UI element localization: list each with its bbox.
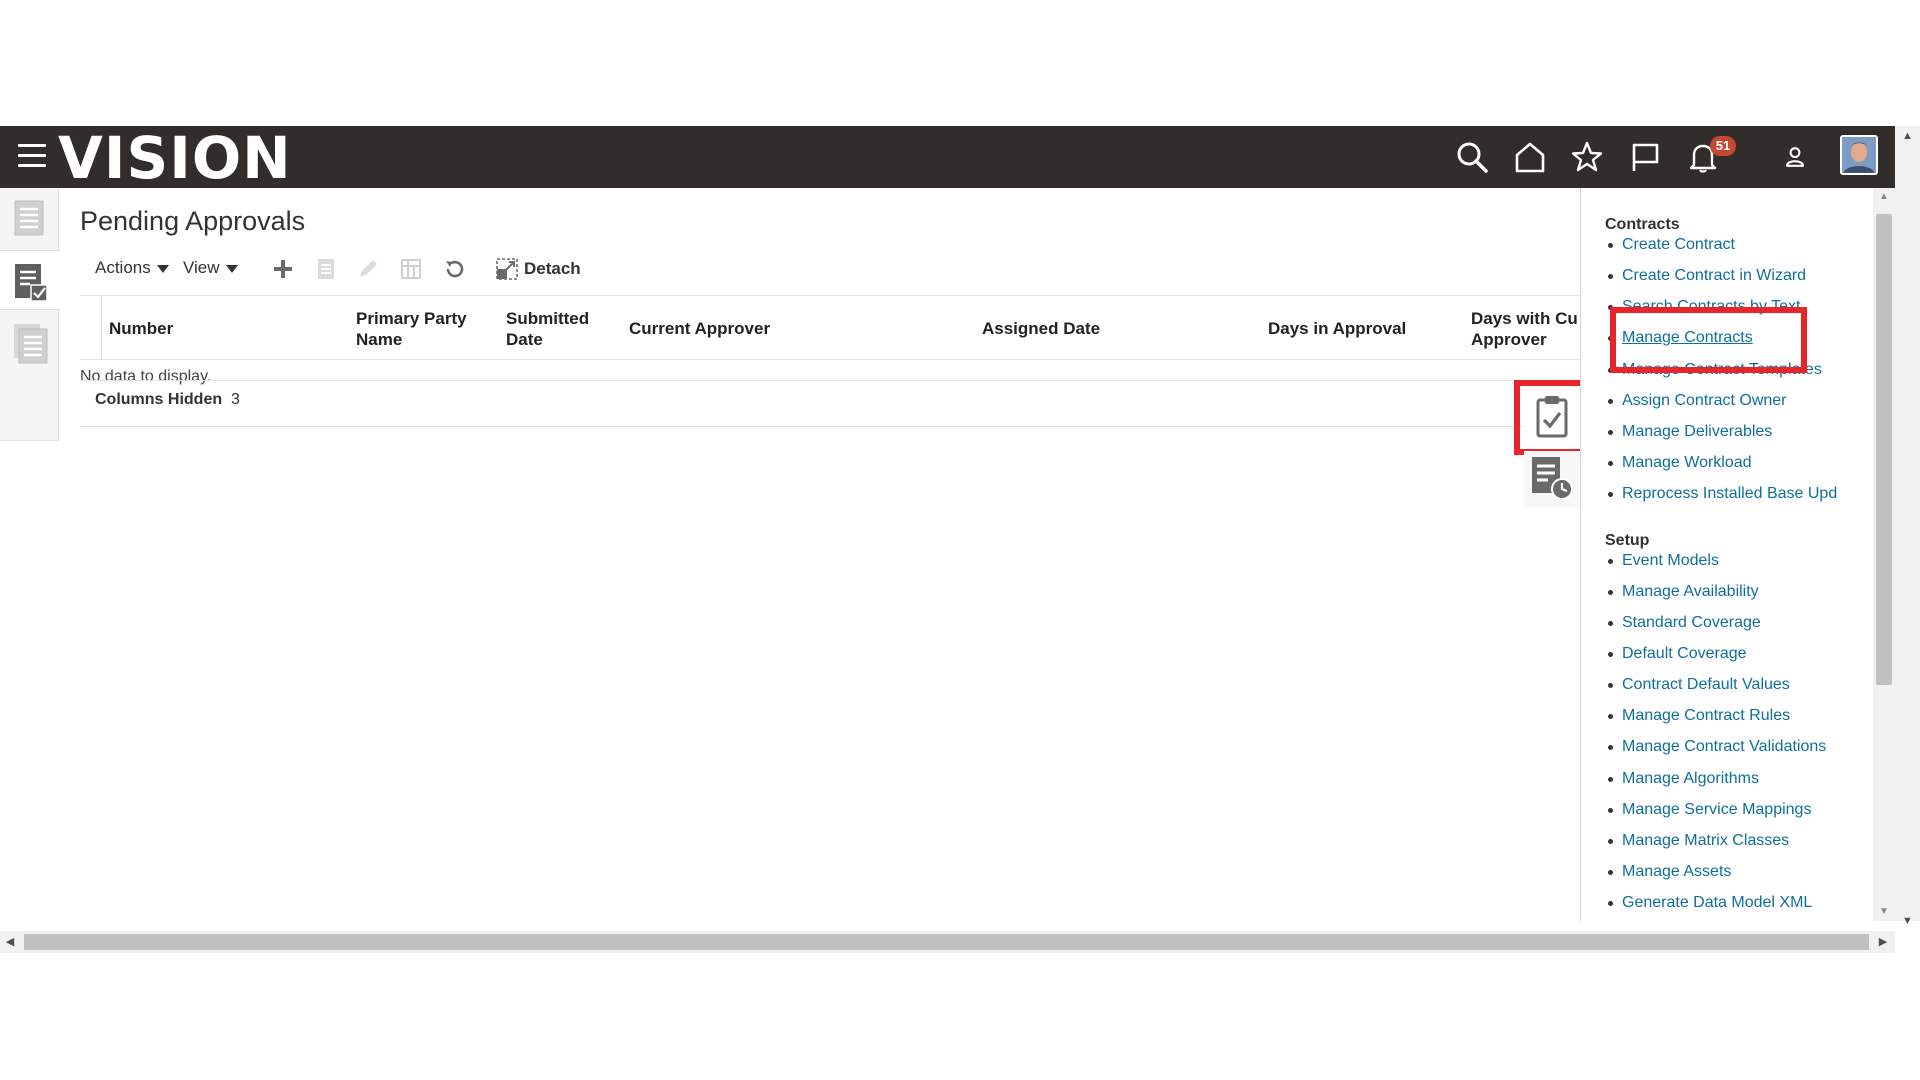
- scrollbar-thumb[interactable]: [24, 934, 1869, 950]
- screenshot-stage: VISION 51 ▲ ▼ Pending Approvals Actions …: [0, 0, 1920, 1080]
- column-header-days-in-approval[interactable]: Days in Approval: [1268, 318, 1406, 339]
- link-standard-coverage[interactable]: Standard Coverage: [1608, 614, 1761, 632]
- freeze-columns-icon[interactable]: [398, 256, 424, 282]
- table-header-row: Number Primary Party Name Submitted Date…: [80, 295, 1580, 360]
- caret-down-icon: [156, 264, 169, 273]
- contracts-section-title: Contracts: [1605, 216, 1680, 233]
- row-selector-column[interactable]: [80, 296, 102, 359]
- view-menu-label: View: [183, 258, 220, 277]
- caret-down-icon: [225, 264, 238, 273]
- recent-items-drawer-tab[interactable]: [1524, 451, 1580, 507]
- scroll-up-arrow-icon[interactable]: ▲: [1873, 188, 1895, 206]
- columns-hidden-label: Columns Hidden: [95, 391, 223, 408]
- link-manage-availability[interactable]: Manage Availability: [1608, 583, 1759, 601]
- left-icon-rail: [0, 188, 60, 441]
- application-window: VISION 51 ▲ ▼ Pending Approvals Actions …: [0, 126, 1920, 953]
- detach-button-label[interactable]: Detach: [524, 259, 581, 279]
- link-create-contract[interactable]: Create Contract: [1608, 236, 1735, 254]
- list-page-icon: [14, 200, 44, 236]
- tasks-panel-scrollbar[interactable]: ▲ ▼: [1873, 188, 1895, 921]
- column-header-current-approver[interactable]: Current Approver: [629, 318, 770, 339]
- horizontal-scrollbar[interactable]: ◀ ▶: [0, 931, 1895, 953]
- global-header: VISION 51: [0, 126, 1895, 188]
- link-manage-matrix-classes[interactable]: Manage Matrix Classes: [1607, 832, 1789, 850]
- column-header-assigned-date[interactable]: Assigned Date: [982, 318, 1100, 339]
- add-icon[interactable]: [270, 256, 296, 282]
- link-contract-default-values[interactable]: Contract Default Values: [1608, 676, 1790, 694]
- tasks-panel: Contracts Create Contract Create Contrac…: [1580, 188, 1873, 921]
- link-manage-contract-validations[interactable]: Manage Contract Validations: [1607, 738, 1826, 756]
- scroll-down-arrow-icon[interactable]: ▼: [1873, 903, 1895, 921]
- view-details-icon[interactable]: [313, 256, 339, 282]
- page-vertical-scrollbar[interactable]: ▲ ▼: [1895, 126, 1920, 927]
- link-reprocess-installed-base[interactable]: Reprocess Installed Base Upd: [1607, 485, 1837, 503]
- link-create-contract-in-wizard[interactable]: Create Contract in Wizard: [1607, 267, 1806, 285]
- columns-hidden-count: 3: [231, 391, 240, 408]
- actions-menu-label: Actions: [95, 258, 151, 277]
- link-assign-contract-owner[interactable]: Assign Contract Owner: [1608, 392, 1787, 410]
- link-manage-deliverables[interactable]: Manage Deliverables: [1607, 423, 1772, 441]
- link-manage-algorithms[interactable]: Manage Algorithms: [1608, 770, 1759, 788]
- link-manage-contract-rules[interactable]: Manage Contract Rules: [1607, 707, 1790, 725]
- stacked-documents-icon: [14, 324, 48, 364]
- rail-item-documents[interactable]: [0, 312, 59, 372]
- link-manage-assets[interactable]: Manage Assets: [1607, 863, 1731, 881]
- view-menu[interactable]: View: [183, 258, 238, 278]
- page-title: Pending Approvals: [80, 206, 306, 236]
- table-toolbar: Actions View Detach: [80, 254, 1580, 284]
- hamburger-menu-icon[interactable]: [18, 144, 46, 170]
- watchlist-flag-icon[interactable]: [1628, 140, 1662, 174]
- column-header-submitted-date[interactable]: Submitted Date: [506, 308, 606, 350]
- scroll-down-arrow-icon[interactable]: ▼: [1895, 911, 1920, 931]
- search-icon[interactable]: [1455, 140, 1489, 174]
- scrollbar-thumb[interactable]: [1876, 214, 1892, 685]
- user-avatar[interactable]: [1840, 135, 1878, 175]
- rail-item-list[interactable]: [0, 188, 59, 248]
- table-footer-divider: [80, 426, 1580, 427]
- scroll-up-arrow-icon[interactable]: ▲: [1895, 126, 1920, 146]
- scroll-left-arrow-icon[interactable]: ◀: [0, 931, 20, 953]
- approval-document-icon: [15, 264, 48, 302]
- document-clock-icon: [1532, 457, 1573, 500]
- column-header-days-with-current-approver[interactable]: Days with Cu Approver: [1471, 308, 1580, 350]
- edit-pencil-icon[interactable]: [355, 256, 381, 282]
- table-empty-message: No data to display.: [80, 368, 212, 385]
- home-icon[interactable]: [1513, 140, 1547, 174]
- column-header-number[interactable]: Number: [109, 318, 173, 339]
- link-default-coverage[interactable]: Default Coverage: [1608, 645, 1747, 663]
- rail-item-approvals[interactable]: [0, 250, 60, 310]
- actions-menu[interactable]: Actions: [95, 258, 169, 278]
- table-divider: [80, 380, 1580, 381]
- scroll-right-arrow-icon[interactable]: ▶: [1873, 931, 1893, 953]
- columns-hidden-indicator: Columns Hidden 3: [95, 391, 240, 409]
- detach-icon[interactable]: [494, 256, 520, 282]
- column-header-primary-party-name[interactable]: Primary Party Name: [356, 308, 486, 350]
- refresh-icon[interactable]: [442, 256, 468, 282]
- link-event-models[interactable]: Event Models: [1608, 552, 1719, 570]
- link-manage-workload[interactable]: Manage Workload: [1608, 454, 1752, 472]
- setup-section-title: Setup: [1605, 532, 1650, 549]
- favorites-star-icon[interactable]: [1570, 140, 1604, 174]
- link-generate-data-model-xml[interactable]: Generate Data Model XML: [1607, 894, 1812, 912]
- notification-count-badge: 51: [1710, 136, 1736, 156]
- link-manage-service-mappings[interactable]: Manage Service Mappings: [1607, 801, 1811, 819]
- vision-logo[interactable]: VISION: [58, 128, 292, 188]
- user-icon[interactable]: [1780, 142, 1810, 172]
- highlight-box-manage-contracts: [1610, 307, 1807, 373]
